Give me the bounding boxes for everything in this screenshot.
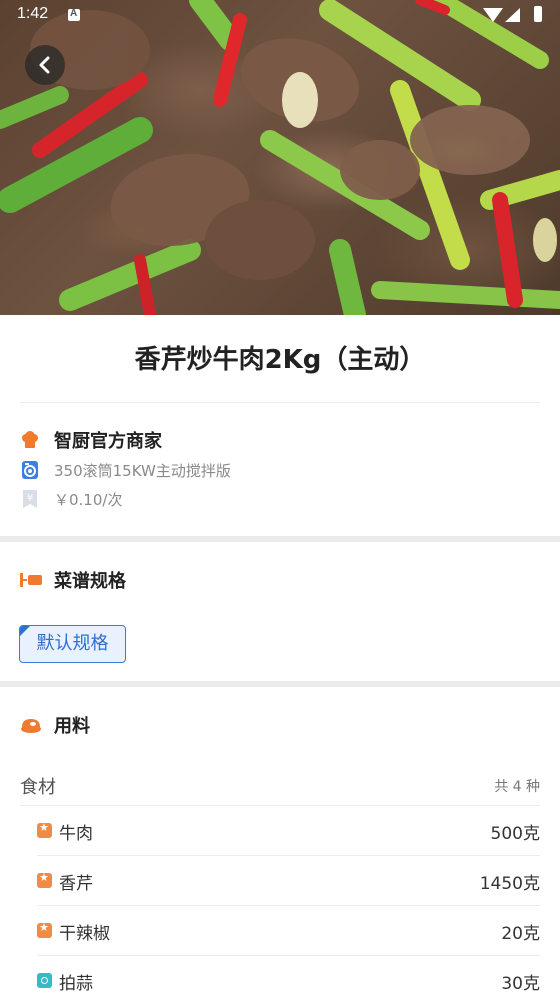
spec-option-default[interactable]: 默认规格	[19, 625, 126, 663]
merchant-row[interactable]: 智厨官方商家	[20, 428, 162, 452]
price-tag-icon: ¥	[20, 489, 40, 509]
ingredient-name: 香芹	[59, 874, 93, 894]
ingredient-name: 干辣椒	[59, 924, 110, 944]
cell-signal-icon	[505, 8, 520, 22]
status-bar: 1:42	[0, 0, 560, 32]
ingredient-row: 香芹 1450克	[37, 856, 540, 906]
washing-machine-icon	[20, 460, 40, 480]
spec-ruler-icon	[20, 570, 42, 590]
price-per-use: ￥0.10/次	[54, 490, 123, 509]
ingredient-quantity: 1450克	[479, 874, 540, 894]
star-icon	[37, 871, 52, 888]
ingredients-count: 共 4 种	[494, 779, 540, 795]
ingredient-quantity: 500克	[490, 824, 540, 844]
chevron-left-icon	[39, 56, 50, 74]
recipe-title: 香芹炒牛肉2Kg（主动）	[134, 345, 426, 375]
wifi-icon	[483, 8, 503, 22]
spec-section-title: 菜谱规格	[54, 571, 126, 592]
merchant-name: 智厨官方商家	[54, 431, 162, 452]
notification-icon	[68, 8, 80, 21]
circle-icon	[37, 973, 52, 988]
ingredient-name: 拍蒜	[59, 974, 93, 994]
ingredients-section-header: 用料	[20, 713, 90, 737]
device-model: 350滚筒15KW主动搅拌版	[54, 461, 231, 480]
battery-icon	[534, 6, 542, 22]
back-button[interactable]	[25, 45, 65, 85]
ingredient-quantity: 20克	[501, 924, 540, 944]
price-row: ¥ ￥0.10/次	[20, 487, 122, 511]
spec-section-header: 菜谱规格	[20, 568, 126, 592]
svg-text:¥: ¥	[27, 493, 33, 504]
divider	[20, 402, 540, 403]
device-row: 350滚筒15KW主动搅拌版	[20, 458, 231, 482]
ingredient-name: 牛肉	[59, 824, 93, 844]
ingredient-row: 牛肉 500克	[37, 806, 540, 856]
chef-hat-icon	[20, 430, 40, 450]
status-time: 1:42	[17, 5, 49, 22]
ingredients-section-title: 用料	[54, 716, 90, 737]
ingredient-row: 干辣椒 20克	[37, 906, 540, 956]
ingredient-quantity: 30克	[501, 974, 540, 994]
meat-icon	[20, 715, 42, 735]
ingredients-group-header: 食材 共 4 种	[20, 773, 540, 798]
recipe-hero-image: 1:42	[0, 0, 560, 315]
ingredient-row: 拍蒜 30克	[37, 956, 540, 997]
section-separator	[0, 536, 560, 542]
star-icon	[37, 921, 52, 938]
section-separator	[0, 681, 560, 687]
hero-food-illustration	[0, 0, 560, 315]
star-icon	[37, 821, 52, 838]
ingredients-group-label: 食材	[20, 777, 56, 798]
